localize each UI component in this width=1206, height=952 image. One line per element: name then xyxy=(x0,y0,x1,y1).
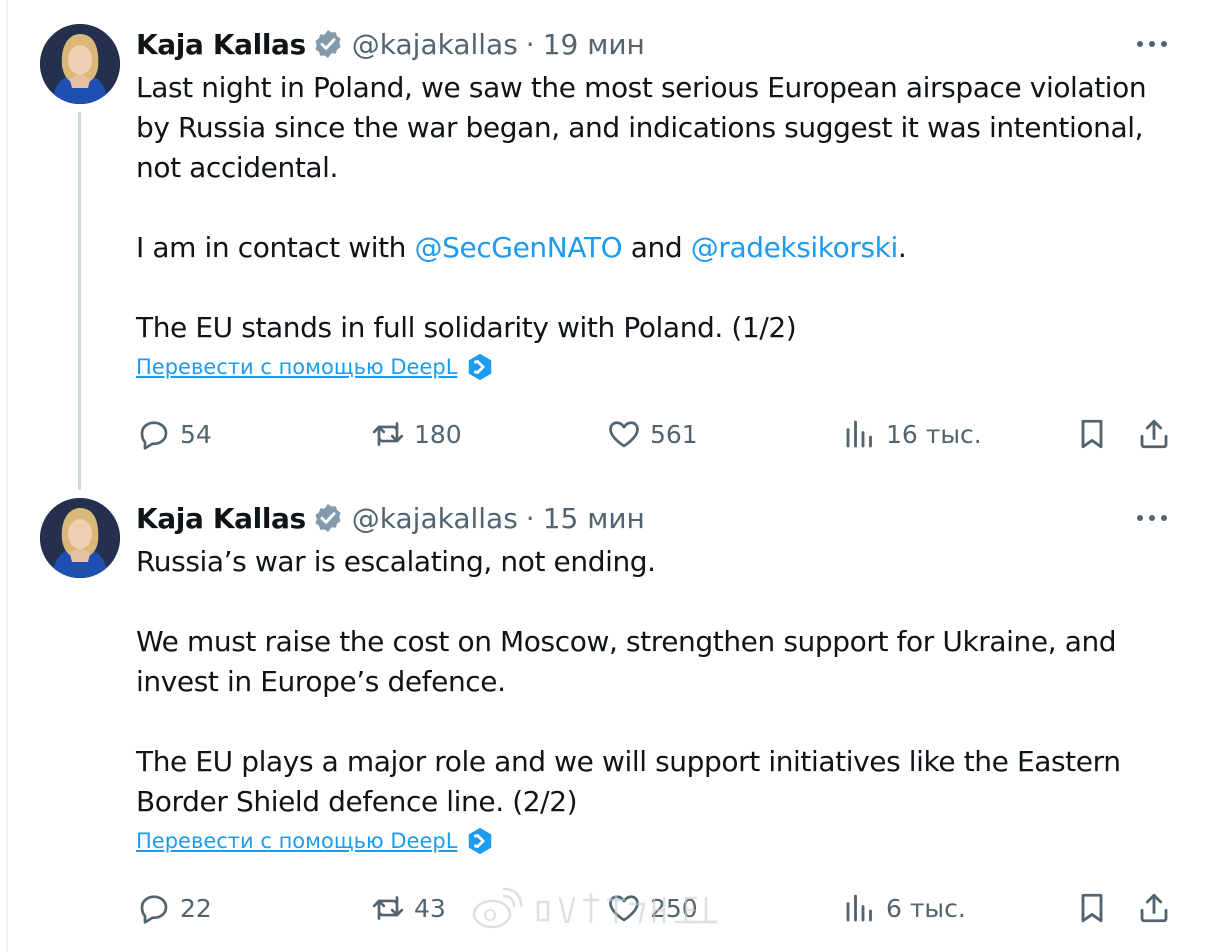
tweet-text: Russia’s war is escalating, not ending. … xyxy=(136,542,1176,822)
bookmark-button[interactable] xyxy=(1074,412,1110,456)
avatar[interactable] xyxy=(40,498,120,578)
views-chart-icon xyxy=(846,894,872,922)
author-handle[interactable]: @kajakallas xyxy=(352,502,518,535)
tweet-paragraph: Last night in Poland, we saw the most se… xyxy=(136,71,1147,184)
mention-link-secgennato[interactable]: @SecGenNATO xyxy=(415,231,623,264)
deepl-icon xyxy=(465,826,495,856)
repost-count: 43 xyxy=(414,893,446,923)
verified-badge-icon[interactable] xyxy=(312,502,344,534)
share-button[interactable] xyxy=(1136,412,1172,456)
heart-icon xyxy=(609,895,639,922)
tweet-paragraph: The EU stands in full solidarity with Po… xyxy=(136,311,797,344)
tweet-paragraph: I am in contact with @SecGenNATO and @ra… xyxy=(136,228,1176,268)
contact-suffix-text: . xyxy=(897,231,907,264)
views-button[interactable]: 16 тыс. xyxy=(842,412,982,456)
share-icon xyxy=(1140,893,1168,923)
header-separator: · xyxy=(525,27,535,61)
contact-middle-text: and xyxy=(622,231,691,264)
reply-count: 54 xyxy=(180,419,212,449)
tweet-paragraph: The EU plays a major role and we will su… xyxy=(136,745,1121,818)
timestamp[interactable]: 15 мин xyxy=(543,502,645,535)
repost-count: 180 xyxy=(414,419,462,449)
views-chart-icon xyxy=(846,420,872,448)
tweet-header: Kaja Kallas @kajakallas · 19 мин xyxy=(136,24,645,64)
author-name[interactable]: Kaja Kallas xyxy=(136,28,306,61)
reply-icon xyxy=(140,895,168,924)
repost-button[interactable]: 180 xyxy=(370,412,462,456)
reply-icon xyxy=(140,421,168,450)
repost-icon xyxy=(372,896,404,920)
views-button[interactable]: 6 тыс. xyxy=(842,886,966,930)
translate-label[interactable]: Перевести с помощью DeepL xyxy=(136,355,457,379)
reply-button[interactable]: 54 xyxy=(136,412,212,456)
bookmark-icon xyxy=(1081,893,1103,923)
tweet-actions: 54 180 561 16 тыс. xyxy=(136,412,1176,456)
mention-link-radeksikorski[interactable]: @radeksikorski xyxy=(691,231,898,264)
reply-count: 22 xyxy=(180,893,212,923)
avatar-portrait-image xyxy=(40,498,120,578)
translate-link[interactable]: Перевести с помощью DeepL xyxy=(136,826,495,856)
repost-icon xyxy=(372,422,404,446)
translate-label[interactable]: Перевести с помощью DeepL xyxy=(136,829,457,853)
translate-link[interactable]: Перевести с помощью DeepL xyxy=(136,352,495,382)
like-count: 250 xyxy=(650,893,698,923)
author-name[interactable]: Kaja Kallas xyxy=(136,502,306,535)
share-icon xyxy=(1140,419,1168,449)
tweet-header: Kaja Kallas @kajakallas · 15 мин xyxy=(136,498,645,538)
more-options-icon[interactable] xyxy=(1136,28,1168,60)
tweet-paragraph: Russia’s war is escalating, not ending. xyxy=(136,545,656,578)
avatar-portrait-image xyxy=(40,24,120,104)
views-count: 16 тыс. xyxy=(886,419,982,449)
tweet-text: Last night in Poland, we saw the most se… xyxy=(136,68,1176,348)
timestamp[interactable]: 19 мин xyxy=(543,28,645,61)
header-separator: · xyxy=(525,501,535,535)
share-button[interactable] xyxy=(1136,886,1172,930)
tweet-1[interactable]: Kaja Kallas @kajakallas · 19 мин Last ni… xyxy=(0,0,1206,490)
tweet-thread-screen: Kaja Kallas @kajakallas · 19 мин Last ni… xyxy=(0,0,1206,952)
bookmark-button[interactable] xyxy=(1074,886,1110,930)
views-count: 6 тыс. xyxy=(886,893,966,923)
like-button[interactable]: 561 xyxy=(606,412,698,456)
deepl-icon xyxy=(465,352,495,382)
contact-prefix-text: I am in contact with xyxy=(136,231,415,264)
tweet-actions: 22 43 250 6 тыс. xyxy=(136,886,1176,930)
like-count: 561 xyxy=(650,419,698,449)
bookmark-icon xyxy=(1081,419,1103,449)
verified-badge-icon[interactable] xyxy=(312,28,344,60)
tweet-paragraph: We must raise the cost on Moscow, streng… xyxy=(136,625,1117,698)
like-button[interactable]: 250 xyxy=(606,886,698,930)
reply-button[interactable]: 22 xyxy=(136,886,212,930)
repost-button[interactable]: 43 xyxy=(370,886,446,930)
more-options-icon[interactable] xyxy=(1136,502,1168,534)
heart-icon xyxy=(609,421,639,448)
author-handle[interactable]: @kajakallas xyxy=(352,28,518,61)
tweet-2[interactable]: Kaja Kallas @kajakallas · 15 мин Russia’… xyxy=(0,476,1206,952)
avatar[interactable] xyxy=(40,24,120,104)
